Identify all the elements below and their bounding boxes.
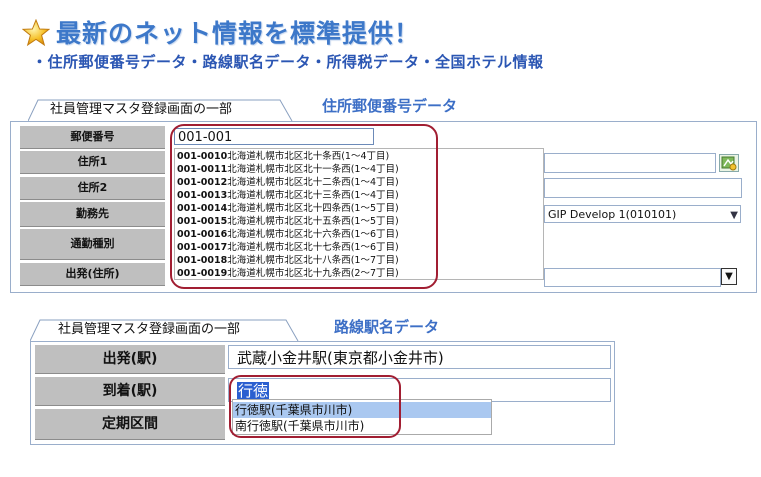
station-suggestion-item[interactable]: 行徳駅(千葉県市川市) (233, 402, 491, 418)
tab-section1-label: 社員管理マスタ登録画面の一部 (50, 102, 233, 117)
tab-section2-label: 社員管理マスタ登録画面の一部 (58, 322, 241, 337)
map-lookup-icon[interactable] (719, 154, 739, 172)
postal-code-input[interactable]: 001-001 (174, 128, 374, 145)
suggestion-address: 北海道札幌市北区北十九条西(2〜7丁目) (227, 268, 399, 279)
suggestion-code: 001-0011 (177, 164, 228, 175)
suggestion-address: 北海道札幌市北区北十四条西(1〜5丁目) (227, 203, 399, 214)
tab-section1[interactable]: 社員管理マスタ登録画面の一部 (28, 99, 294, 122)
suggestion-code: 001-0013 (177, 190, 228, 201)
suggestion-address: 北海道札幌市北区北十三条西(1〜4丁目) (227, 190, 399, 201)
departure-dropdown-button[interactable]: ▼ (721, 268, 737, 285)
tab-section2[interactable]: 社員管理マスタ登録画面の一部 (30, 319, 300, 342)
section1-title: 住所郵便番号データ (322, 97, 458, 115)
postal-suggestion-item[interactable]: 001-0013北海道札幌市北区北十三条西(1〜4丁目) (177, 190, 399, 202)
star-icon (22, 19, 50, 47)
departure-station-field[interactable]: 武蔵小金井駅(東京都小金井市) (228, 345, 611, 369)
label-commute-type: 通勤種別 (20, 228, 165, 260)
address2-field[interactable] (544, 178, 742, 198)
label-departure-station: 出発(駅) (35, 344, 225, 374)
suggestion-code: 001-0019 (177, 268, 228, 279)
suggestion-address: 北海道札幌市北区北十八条西(1〜7丁目) (227, 255, 399, 266)
postal-suggestion-item[interactable]: 001-0016北海道札幌市北区北十六条西(1〜6丁目) (177, 229, 399, 241)
page-title: 最新のネット情報を標準提供！ (56, 19, 421, 48)
suggestion-address: 北海道札幌市北区北十一条西(1〜4丁目) (227, 164, 399, 175)
suggestion-address: 北海道札幌市北区北十二条西(1〜4丁目) (227, 177, 399, 188)
chevron-down-icon: ▼ (730, 210, 738, 221)
page-subtitle: ・住所郵便番号データ・路線駅名データ・所得税データ・全国ホテル情報 (32, 53, 544, 71)
suggestion-code: 001-0018 (177, 255, 228, 266)
station-suggestion-text: 行徳駅(千葉県市川市) (235, 403, 353, 417)
label-departure-address: 出発(住所) (20, 262, 165, 286)
suggestion-address: 北海道札幌市北区北十六条西(1〜6丁目) (227, 229, 399, 240)
chevron-down-icon: ▼ (725, 271, 733, 282)
postal-suggestion-item[interactable]: 001-0019北海道札幌市北区北十九条西(2〜7丁目) (177, 268, 399, 280)
label-arrival-station: 到着(駅) (35, 376, 225, 406)
station-suggestion-text: 南行徳駅(千葉県市川市) (235, 419, 365, 433)
postal-suggestion-item[interactable]: 001-0011北海道札幌市北区北十一条西(1〜4丁目) (177, 164, 399, 176)
postal-suggestion-list: 001-0010北海道札幌市北区北十条西(1〜4丁目) 001-0011北海道札… (174, 148, 544, 280)
label-address2: 住所2 (20, 176, 165, 200)
workplace-select-value: GIP Develop 1(010101) (548, 208, 677, 221)
postal-suggestion-item[interactable]: 001-0014北海道札幌市北区北十四条西(1〜5丁目) (177, 203, 399, 215)
station-suggestion-item[interactable]: 南行徳駅(千葉県市川市) (233, 418, 491, 434)
label-commuter-pass-section: 定期区間 (35, 408, 225, 440)
departure-station-value: 武蔵小金井駅(東京都小金井市) (237, 349, 444, 367)
suggestion-code: 001-0016 (177, 229, 228, 240)
address1-field[interactable] (544, 153, 716, 173)
label-workplace: 勤務先 (20, 201, 165, 227)
suggestion-code: 001-0012 (177, 177, 228, 188)
suggestion-code: 001-0014 (177, 203, 228, 214)
suggestion-code: 001-0015 (177, 216, 228, 227)
section2-title: 路線駅名データ (334, 318, 440, 336)
suggestion-code: 001-0017 (177, 242, 228, 253)
suggestion-code: 001-0010 (177, 151, 228, 162)
departure-address-field[interactable] (544, 268, 721, 287)
label-address1: 住所1 (20, 150, 165, 174)
suggestion-address: 北海道札幌市北区北十五条西(1〜5丁目) (227, 216, 399, 227)
postal-suggestion-item[interactable]: 001-0010北海道札幌市北区北十条西(1〜4丁目) (177, 151, 389, 163)
postal-suggestion-item[interactable]: 001-0012北海道札幌市北区北十二条西(1〜4丁目) (177, 177, 399, 189)
suggestion-address: 北海道札幌市北区北十七条西(1〜6丁目) (227, 242, 399, 253)
workplace-select[interactable]: GIP Develop 1(010101) ▼ (544, 205, 741, 223)
station-suggestion-list: 行徳駅(千葉県市川市) 南行徳駅(千葉県市川市) (232, 399, 492, 435)
postal-suggestion-item[interactable]: 001-0018北海道札幌市北区北十八条西(1〜7丁目) (177, 255, 399, 267)
label-postal-code: 郵便番号 (20, 125, 165, 149)
postal-suggestion-item[interactable]: 001-0017北海道札幌市北区北十七条西(1〜6丁目) (177, 242, 399, 254)
suggestion-address: 北海道札幌市北区北十条西(1〜4丁目) (227, 151, 390, 162)
arrival-station-value: 行徳 (237, 382, 270, 400)
postal-suggestion-item[interactable]: 001-0015北海道札幌市北区北十五条西(1〜5丁目) (177, 216, 399, 228)
